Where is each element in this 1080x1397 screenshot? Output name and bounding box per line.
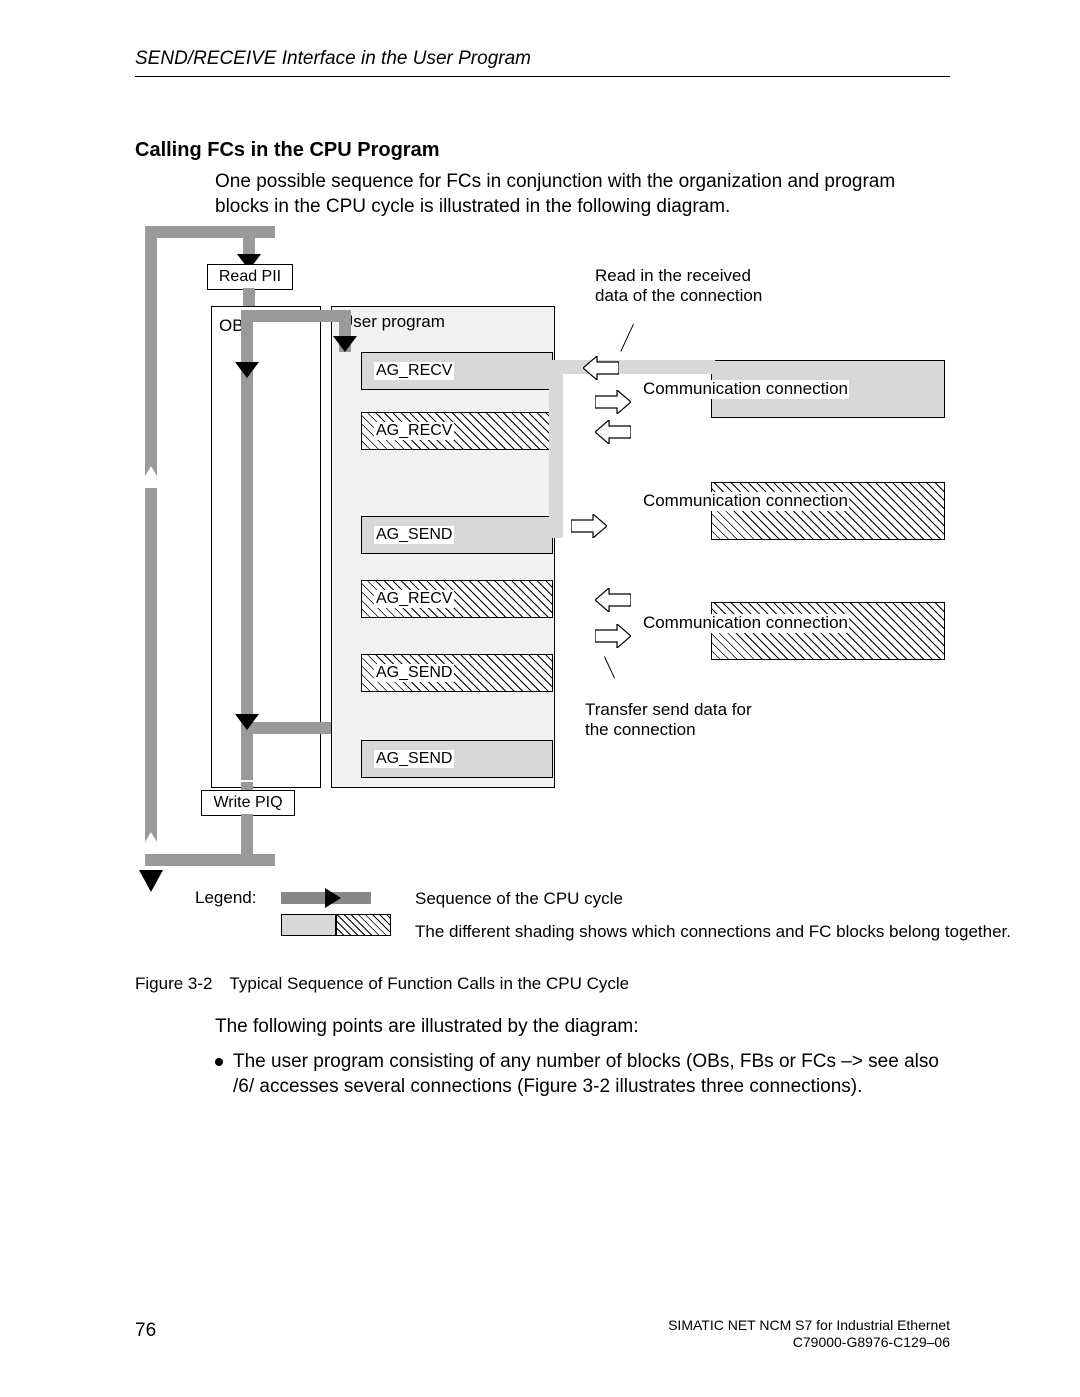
legend-graphics [281,888,401,955]
fc-label: AG_RECV [374,590,454,608]
fc-block-ag-recv: AG_RECV [361,412,553,450]
write-piq-box: Write PIQ [201,790,295,816]
arrow-down-icon [235,362,259,378]
annotation-transfer-send: Transfer send data for the connection [585,700,765,739]
body-paragraph: The following points are illustrated by … [215,1015,950,1040]
comm-connection-label: Communication connection [642,492,849,511]
footer-line2: C79000-G8976-C129–06 [668,1334,950,1351]
legend-descriptions: Sequence of the CPU cycle The different … [415,888,1011,955]
fc-conn-pipe [549,374,563,538]
fc-conn-pipe [539,360,715,374]
cycle-bottom-bar [145,854,275,866]
legend-arrow-swatch [281,892,371,904]
running-head: SEND/RECEIVE Interface in the User Progr… [135,48,950,77]
connector-pipe [243,288,255,306]
data-flow-left-arrow-icon [583,356,619,380]
fc-label: AG_SEND [374,664,454,682]
read-pii-box: Read PII [207,264,293,290]
fc-label: AG_SEND [374,526,454,544]
cycle-top-bar [145,226,275,238]
section-heading: Calling FCs in the CPU Program [135,139,439,162]
cpu-cycle-diagram: Read PII OB User program AG_RECV AG_RECV… [135,226,945,976]
data-flow-left-arrow-icon [595,420,631,444]
footer-line1: SIMATIC NET NCM S7 for Industrial Ethern… [668,1317,950,1334]
fc-block-ag-recv: AG_RECV [361,580,553,618]
ob-userprog-pipe [253,310,349,322]
cycle-down-arrow [243,228,255,258]
data-flow-left-arrow-icon [595,588,631,612]
leader-line [620,324,634,352]
footer-right: SIMATIC NET NCM S7 for Industrial Ethern… [668,1317,950,1351]
fc-block-ag-recv: AG_RECV [361,352,553,390]
diagram-legend: Legend: Sequence of the CPU cycle The di… [195,888,1011,955]
data-flow-right-arrow-icon [595,624,631,648]
legend-seq-text: Sequence of the CPU cycle [415,888,1011,909]
legend-label: Legend: [195,888,267,955]
data-flow-right-arrow-icon [571,514,607,538]
ob-vert-pipe [241,310,253,780]
legend-shading-text: The different shading shows which connec… [415,921,1011,942]
annotation-read-recv: Read in the received data of the connect… [595,266,765,305]
fc-block-ag-send: AG_SEND [361,516,553,554]
legend-solid-box [281,914,336,936]
ob-label: OB [219,316,244,336]
bottom-pipe [241,814,253,854]
legend-shading-swatch [281,914,391,936]
comm-connection-label: Communication connection [642,614,849,633]
arrow-up-icon [138,466,164,488]
figure-caption-text: Typical Sequence of Function Calls in th… [229,974,629,993]
leader-line [604,656,615,678]
ob-box [211,306,321,788]
legend-hatch-box [336,914,391,936]
cycle-left-rail [145,226,157,866]
fc-label: AG_RECV [374,362,454,380]
arrow-down-icon [235,714,259,730]
arrow-down-icon [333,336,357,352]
figure-number: Figure 3-2 [135,974,225,994]
bullet-dot-icon [215,1058,223,1066]
intro-paragraph: One possible sequence for FCs in conjunc… [215,170,950,219]
bullet-item: The user program consisting of any numbe… [215,1050,950,1099]
arrow-up-icon [138,832,164,854]
fc-block-ag-send: AG_SEND [361,740,553,778]
comm-connection-label: Communication connection [642,380,849,399]
user-program-label: User program [341,312,445,332]
bullet-text: The user program consisting of any numbe… [233,1050,950,1099]
fc-block-ag-send: AG_SEND [361,654,553,692]
figure-caption: Figure 3-2 Typical Sequence of Function … [135,974,629,994]
document-page: SEND/RECEIVE Interface in the User Progr… [0,0,1080,1397]
fc-label: AG_SEND [374,750,454,768]
page-number: 76 [135,1320,156,1342]
fc-label: AG_RECV [374,422,454,440]
data-flow-right-arrow-icon [595,390,631,414]
